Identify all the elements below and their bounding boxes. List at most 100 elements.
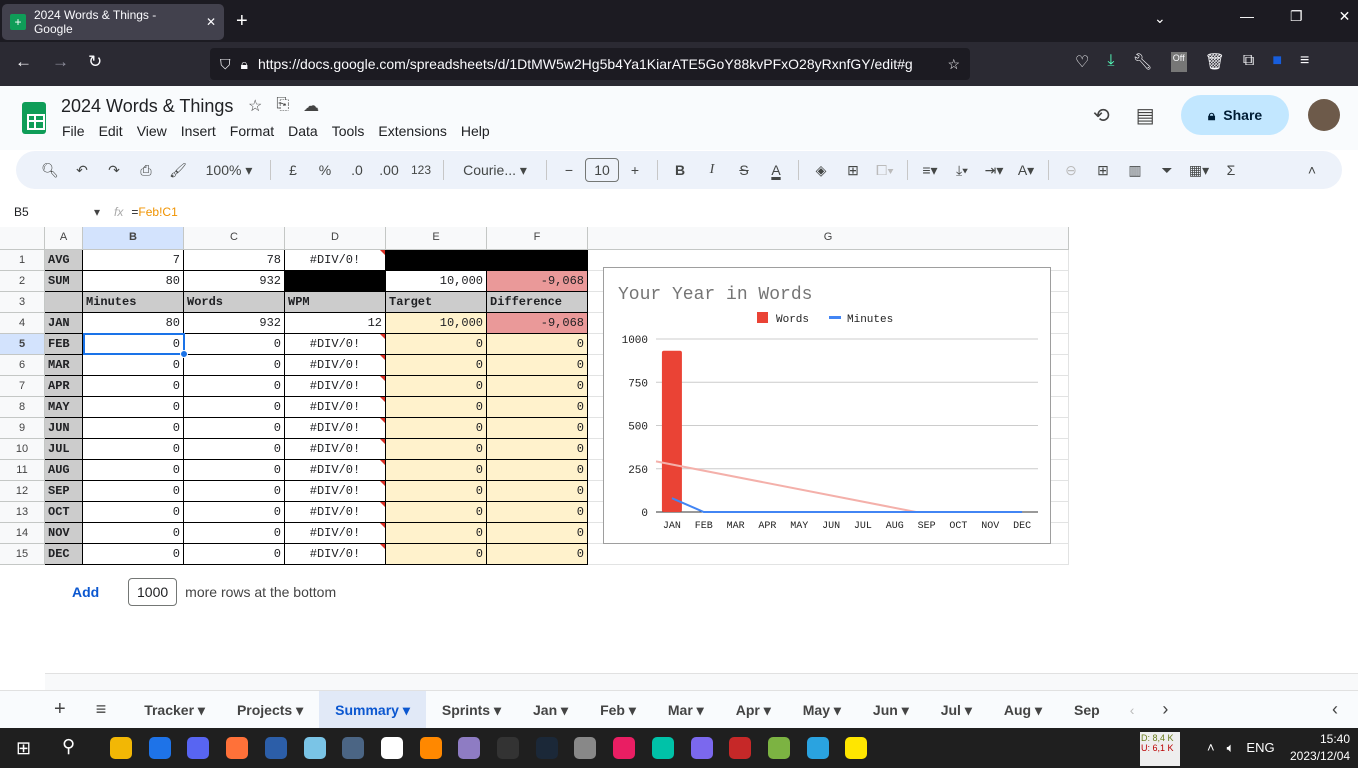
avatar[interactable] xyxy=(1308,99,1340,131)
taskbar-app3-icon[interactable] xyxy=(729,737,752,759)
functions-button[interactable]: Σ xyxy=(1215,162,1247,178)
cell-A3[interactable] xyxy=(45,292,83,313)
cell-C11[interactable]: 0 xyxy=(184,460,285,481)
cell-F1[interactable] xyxy=(487,250,588,271)
cell-F10[interactable]: 0 xyxy=(487,439,588,460)
addon-off-badge[interactable]: Off xyxy=(1170,52,1187,72)
pocket-icon[interactable]: ♡ xyxy=(1075,52,1089,72)
taskbar-steam-s-icon[interactable] xyxy=(380,737,403,759)
cell-E10[interactable]: 0 xyxy=(386,439,487,460)
row-header-3[interactable]: 3 xyxy=(0,292,45,313)
insert-chart-icon[interactable]: ▥ xyxy=(1119,162,1151,179)
cell-F11[interactable]: 0 xyxy=(487,460,588,481)
cell-F6[interactable]: 0 xyxy=(487,355,588,376)
strikethrough-icon[interactable]: S xyxy=(728,162,760,178)
cell-A15[interactable]: DEC xyxy=(45,544,83,565)
text-color-icon[interactable]: A xyxy=(760,162,792,178)
cell-D13[interactable]: #DIV/0! xyxy=(285,502,386,523)
horizontal-align-icon[interactable]: ≡▾ xyxy=(914,162,946,179)
cell-F13[interactable]: 0 xyxy=(487,502,588,523)
row-header-13[interactable]: 13 xyxy=(0,502,45,523)
cell-E11[interactable]: 0 xyxy=(386,460,487,481)
sheet-tab-menu-icon[interactable]: ▾ xyxy=(764,702,771,718)
collapse-toolbar-icon[interactable]: ˄ xyxy=(1296,162,1328,178)
merge-cells-icon[interactable]: ⧠▾ xyxy=(869,162,901,179)
sheet-tab-menu-icon[interactable]: ▾ xyxy=(965,702,972,718)
star-icon[interactable]: ☆ xyxy=(248,96,262,116)
font-select[interactable]: Courie... ▾ xyxy=(450,162,540,179)
row-header-1[interactable]: 1 xyxy=(0,250,45,271)
sheet-tab-jul[interactable]: Jul ▾ xyxy=(925,691,988,729)
decrease-decimal-button[interactable]: .0 xyxy=(341,162,373,178)
sheets-logo[interactable] xyxy=(22,102,46,134)
taskbar-vlc-icon[interactable] xyxy=(419,737,442,759)
sheet-tab-sprints[interactable]: Sprints ▾ xyxy=(426,691,517,729)
taskbar-davinci-icon[interactable] xyxy=(497,737,519,759)
cell-F8[interactable]: 0 xyxy=(487,397,588,418)
menu-help[interactable]: Help xyxy=(461,123,490,139)
cell-F2[interactable]: -9,068 xyxy=(487,271,588,292)
document-title[interactable]: 2024 Words & Things xyxy=(61,96,233,117)
bitwarden-icon[interactable]: ■ xyxy=(1272,52,1282,72)
sheet-tab-menu-icon[interactable]: ▾ xyxy=(561,702,568,718)
filter-views-icon[interactable]: ▦▾ xyxy=(1183,162,1215,179)
menu-view[interactable]: View xyxy=(137,123,167,139)
row-header-14[interactable]: 14 xyxy=(0,523,45,544)
percent-format-button[interactable]: % xyxy=(309,162,341,178)
menu-data[interactable]: Data xyxy=(288,123,318,139)
cell-B4[interactable]: 80 xyxy=(83,313,184,334)
row-header-8[interactable]: 8 xyxy=(0,397,45,418)
url-bar[interactable]: ⛉ 🔒︎ https://docs.google.com/spreadsheets/… xyxy=(210,48,970,80)
row-header-5[interactable]: 5 xyxy=(0,334,45,355)
taskbar-firefox-icon[interactable] xyxy=(226,737,249,759)
taskbar-calculator-icon[interactable] xyxy=(342,737,365,759)
taskbar-app-icon[interactable] xyxy=(264,737,287,759)
more-formats-button[interactable]: 123 xyxy=(405,163,437,177)
menu-extensions[interactable]: Extensions xyxy=(378,123,446,139)
filter-icon[interactable]: ⏷ xyxy=(1151,162,1183,179)
cell-E9[interactable]: 0 xyxy=(386,418,487,439)
taskbar-steam-icon[interactable] xyxy=(535,737,558,759)
cell-D9[interactable]: #DIV/0! xyxy=(285,418,386,439)
cell-E8[interactable]: 0 xyxy=(386,397,487,418)
cell-E13[interactable]: 0 xyxy=(386,502,487,523)
cell-A8[interactable]: MAY xyxy=(45,397,83,418)
horizontal-scrollbar[interactable] xyxy=(45,673,1358,690)
rows-count-input[interactable]: 1000 xyxy=(128,578,178,606)
cell-C10[interactable]: 0 xyxy=(184,439,285,460)
column-header-A[interactable]: A xyxy=(45,227,83,250)
insert-link-icon[interactable]: ⊖ xyxy=(1055,162,1087,179)
move-folder-icon[interactable]: ⎘ xyxy=(276,96,289,116)
row-header-2[interactable]: 2 xyxy=(0,271,45,292)
cell-F3[interactable]: Difference xyxy=(487,292,588,313)
new-tab-icon[interactable]: + xyxy=(236,10,248,33)
cell-D15[interactable]: #DIV/0! xyxy=(285,544,386,565)
sheet-tab-projects[interactable]: Projects ▾ xyxy=(221,691,319,729)
sheet-tab-may[interactable]: May ▾ xyxy=(787,691,857,729)
cell-D10[interactable]: #DIV/0! xyxy=(285,439,386,460)
taskbar-notes-icon[interactable] xyxy=(303,737,326,759)
cell-F4[interactable]: -9,068 xyxy=(487,313,588,334)
volume-icon[interactable]: 🔈︎ xyxy=(1227,740,1235,756)
extensions-icon[interactable]: ⧉ xyxy=(1243,52,1254,72)
cell-E7[interactable]: 0 xyxy=(386,376,487,397)
trash-icon[interactable]: 🗑︎ xyxy=(1205,52,1225,72)
language-indicator[interactable]: ENG xyxy=(1246,740,1274,756)
all-sheets-icon[interactable]: ≡ xyxy=(96,699,107,720)
tray-chevron-icon[interactable]: ˄ xyxy=(1207,740,1215,756)
sheet-tab-apr[interactable]: Apr ▾ xyxy=(720,691,787,729)
column-header-C[interactable]: C xyxy=(184,227,285,250)
share-button[interactable]: 🔒︎ Share xyxy=(1181,95,1289,135)
cell-G15[interactable] xyxy=(588,544,1069,565)
sheet-tab-tracker[interactable]: Tracker ▾ xyxy=(128,691,221,729)
cell-C13[interactable]: 0 xyxy=(184,502,285,523)
close-tab-icon[interactable]: ✕ xyxy=(206,15,216,29)
borders-icon[interactable]: ⊞ xyxy=(837,162,869,179)
cell-C3[interactable]: Words xyxy=(184,292,285,313)
cell-C9[interactable]: 0 xyxy=(184,418,285,439)
cell-B3[interactable]: Minutes xyxy=(83,292,184,313)
sheet-tab-jan[interactable]: Jan ▾ xyxy=(517,691,584,729)
sheet-tab-menu-icon[interactable]: ▾ xyxy=(1035,702,1042,718)
name-box[interactable]: B5 xyxy=(14,205,94,219)
currency-format-button[interactable]: £ xyxy=(277,162,309,178)
